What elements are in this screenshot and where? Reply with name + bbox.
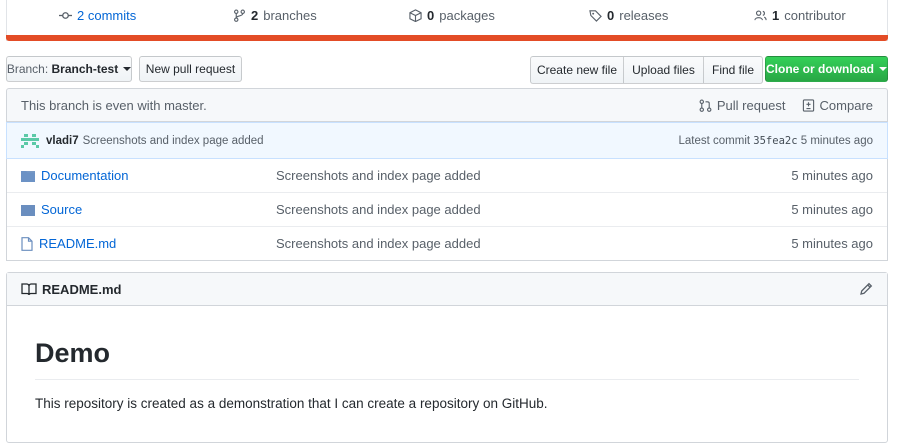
packages-label: packages [439, 8, 495, 23]
contributors-count: 1 [772, 8, 780, 23]
file-age: 5 minutes ago [791, 236, 873, 251]
branches-count: 2 [251, 8, 259, 23]
commits-link[interactable]: 2 commits [59, 8, 136, 23]
commit-icon [59, 12, 72, 19]
pull-request-link[interactable]: Pull request [699, 98, 786, 113]
branch-select-button[interactable]: Branch: Branch-test [6, 56, 132, 82]
readme-header: README.md [7, 273, 887, 306]
clone-label: Clone or download [766, 62, 874, 76]
latest-commit-label: Latest commit [678, 134, 751, 147]
table-row: Source Screenshots and index page added … [7, 192, 887, 226]
chevron-down-icon [123, 67, 132, 71]
file-commit-message[interactable]: Screenshots and index page added [261, 202, 791, 217]
commit-age: 5 minutes ago [800, 134, 873, 147]
commit-author[interactable]: vladi7 [46, 135, 79, 147]
file-name-link[interactable]: Source [41, 202, 82, 217]
branches-link[interactable]: 2 branches [233, 8, 317, 23]
readme-panel: README.md Demo This repository is create… [6, 272, 888, 443]
chevron-down-icon [879, 67, 887, 71]
branch-info-bar: This branch is even with master. Pull re… [6, 88, 888, 122]
releases-label: releases [619, 8, 669, 23]
table-row: README.md Screenshots and index page add… [7, 226, 887, 260]
readme-heading: Demo [35, 338, 859, 380]
latest-commit-bar: vladi7 Screenshots and index page added … [6, 122, 888, 159]
file-age: 5 minutes ago [791, 202, 873, 217]
package-icon [409, 9, 422, 22]
people-icon [754, 10, 767, 21]
pull-request-label: Pull request [716, 97, 786, 113]
branch-icon [234, 9, 245, 22]
commit-message[interactable]: Screenshots and index page added [83, 135, 264, 147]
branch-select-label: Branch: [6, 62, 49, 76]
file-name-link[interactable]: README.md [39, 236, 116, 251]
avatar[interactable] [21, 133, 39, 148]
file-commit-message[interactable]: Screenshots and index page added [261, 236, 791, 251]
contributors-label: contributor [784, 8, 846, 23]
releases-link[interactable]: 0 releases [589, 8, 668, 23]
table-row: Documentation Screenshots and index page… [7, 159, 887, 192]
new-pull-request-button[interactable]: New pull request [139, 56, 242, 82]
readme-filename: README.md [42, 281, 122, 297]
file-age: 5 minutes ago [791, 168, 873, 183]
numbers-summary: 2 commits 2 branches 0 packages 0 releas… [6, 0, 888, 41]
language-bar [6, 35, 888, 41]
packages-link[interactable]: 0 packages [409, 8, 495, 23]
upload-files-button[interactable]: Upload files [623, 56, 704, 84]
compare-icon [802, 98, 814, 112]
folder-icon [21, 204, 35, 216]
folder-icon [21, 170, 35, 182]
readme-content: Demo This repository is created as a dem… [7, 338, 887, 411]
releases-count: 0 [607, 8, 615, 23]
compare-link[interactable]: Compare [802, 98, 873, 113]
file-icon [21, 236, 33, 251]
file-list: Documentation Screenshots and index page… [6, 159, 888, 261]
commits-count: 2 commits [77, 8, 137, 23]
create-new-file-button[interactable]: Create new file [530, 56, 624, 84]
branches-label: branches [263, 8, 317, 23]
branch-status: This branch is even with master. [21, 97, 207, 113]
readme-paragraph: This repository is created as a demonstr… [35, 396, 548, 411]
contributors-link[interactable]: 1 contributor [754, 8, 846, 23]
find-file-button[interactable]: Find file [703, 56, 763, 84]
file-navigation-table: vladi7 Screenshots and index page added … [6, 122, 888, 261]
latest-commit-info: Latest commit 35fea2c 5 minutes ago [679, 135, 874, 147]
tag-icon [589, 10, 602, 22]
packages-count: 0 [427, 8, 435, 23]
clone-or-download-button[interactable]: Clone or download [765, 56, 888, 82]
commit-sha[interactable]: 35fea2c [753, 135, 797, 147]
file-name-link[interactable]: Documentation [41, 168, 128, 183]
branch-name: Branch-test [51, 62, 119, 76]
file-commit-message[interactable]: Screenshots and index page added [261, 168, 791, 183]
pull-request-icon [699, 99, 712, 112]
book-icon [21, 282, 37, 295]
pencil-icon[interactable] [859, 282, 873, 296]
file-actions-group: Create new file Upload files Find file [530, 56, 763, 84]
compare-label: Compare [819, 97, 873, 113]
